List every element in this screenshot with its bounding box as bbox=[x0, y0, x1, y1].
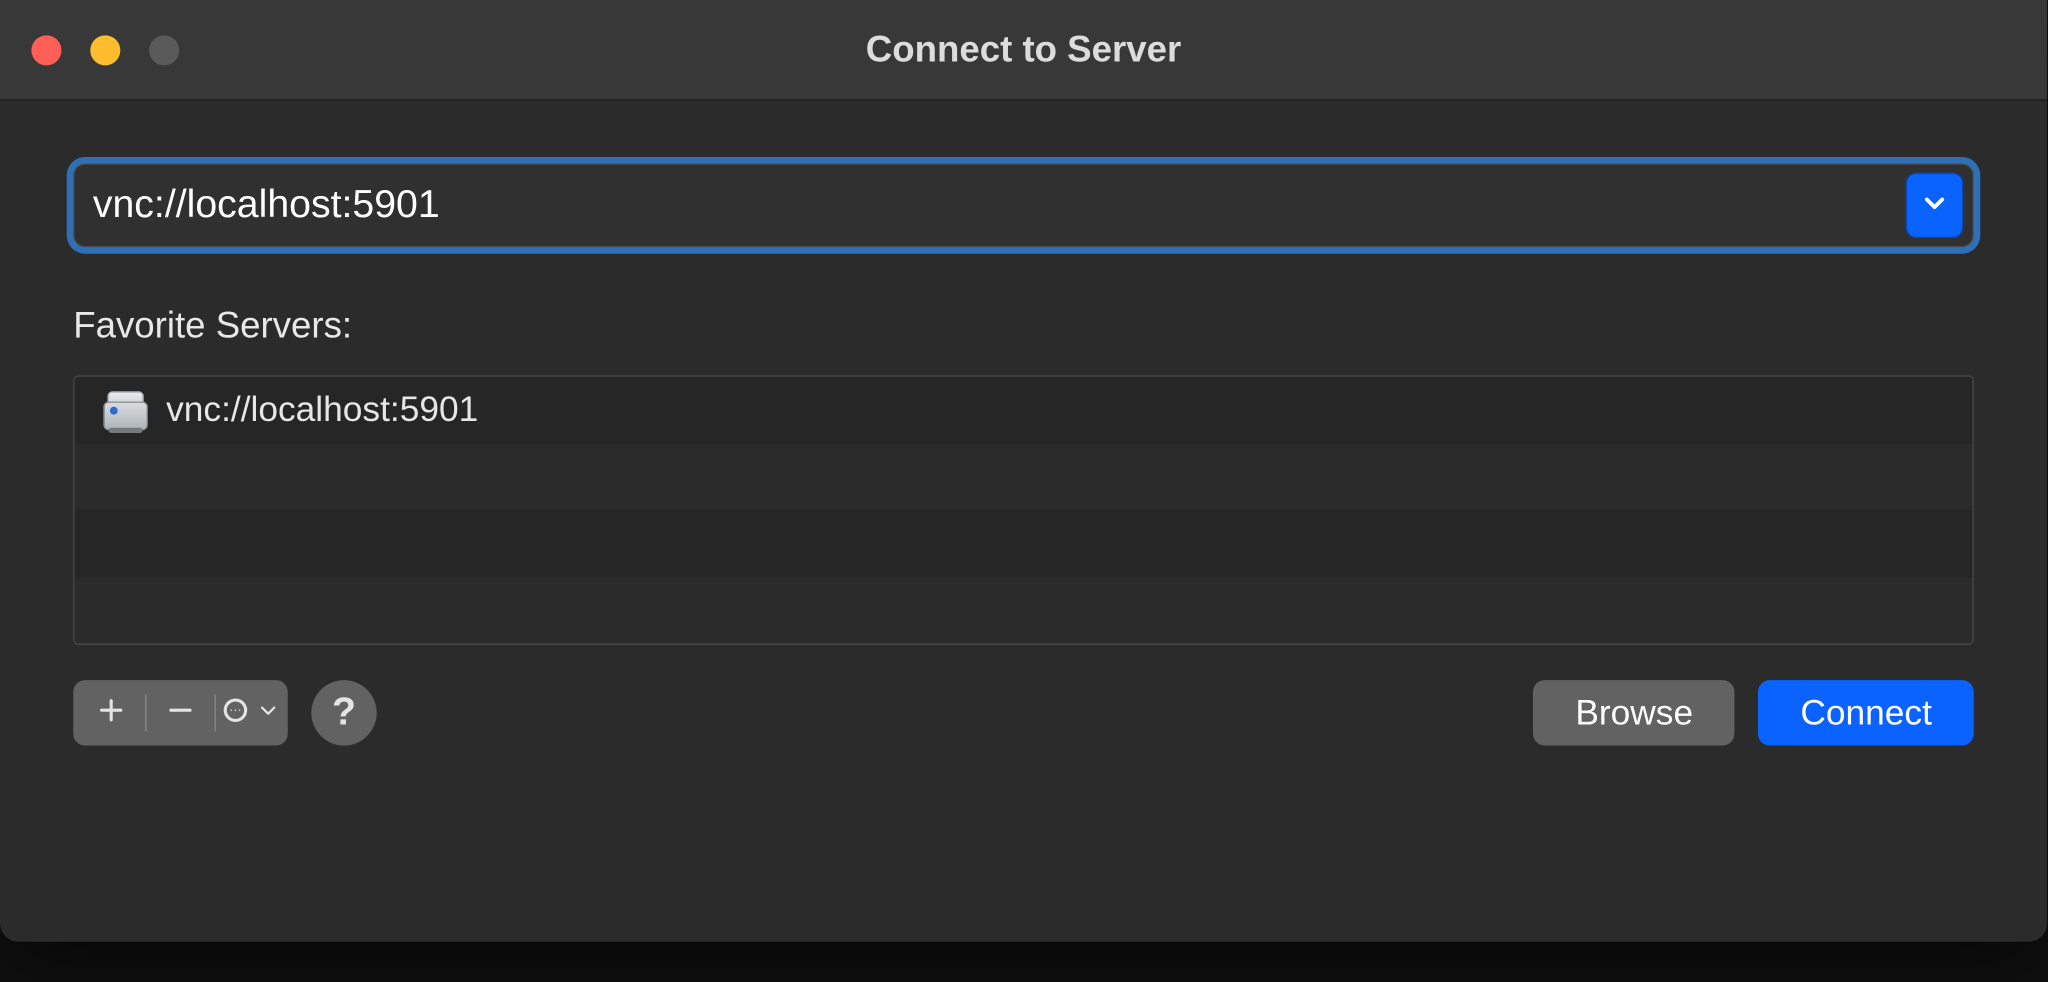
list-row-empty bbox=[75, 577, 1973, 644]
chevron-down-icon bbox=[258, 699, 279, 726]
server-address-history-button[interactable] bbox=[1906, 173, 1964, 238]
titlebar: Connect to Server bbox=[0, 0, 2047, 101]
minus-icon bbox=[166, 695, 195, 730]
add-favorite-button[interactable] bbox=[89, 691, 133, 735]
browse-button[interactable]: Browse bbox=[1533, 680, 1734, 745]
connect-button[interactable]: Connect bbox=[1759, 680, 1974, 745]
list-row-empty bbox=[75, 443, 1973, 510]
connect-to-server-window: Connect to Server Favorite Servers: vnc:… bbox=[0, 0, 2047, 942]
favorite-servers-label: Favorite Servers: bbox=[73, 305, 1974, 347]
list-row-empty bbox=[75, 510, 1973, 577]
content-area: Favorite Servers: vnc://localhost:5901 bbox=[0, 101, 2047, 942]
server-address-combo bbox=[73, 164, 1974, 248]
help-button[interactable]: ? bbox=[311, 680, 376, 745]
favorites-edit-segment bbox=[73, 680, 288, 745]
chevron-down-icon bbox=[1921, 189, 1947, 222]
window-title: Connect to Server bbox=[0, 29, 2047, 71]
bottom-toolbar: ? Browse Connect bbox=[73, 679, 1974, 747]
favorite-servers-list[interactable]: vnc://localhost:5901 bbox=[73, 375, 1974, 644]
more-icon bbox=[221, 695, 250, 730]
segment-divider bbox=[215, 695, 216, 732]
remove-favorite-button[interactable] bbox=[158, 691, 202, 735]
segment-divider bbox=[145, 695, 146, 732]
server-address-input[interactable] bbox=[75, 165, 1906, 246]
more-actions-button[interactable] bbox=[228, 691, 272, 735]
server-icon bbox=[103, 390, 147, 429]
favorite-server-item[interactable]: vnc://localhost:5901 bbox=[75, 377, 1973, 444]
plus-icon bbox=[97, 695, 126, 730]
favorite-server-url: vnc://localhost:5901 bbox=[166, 390, 478, 431]
